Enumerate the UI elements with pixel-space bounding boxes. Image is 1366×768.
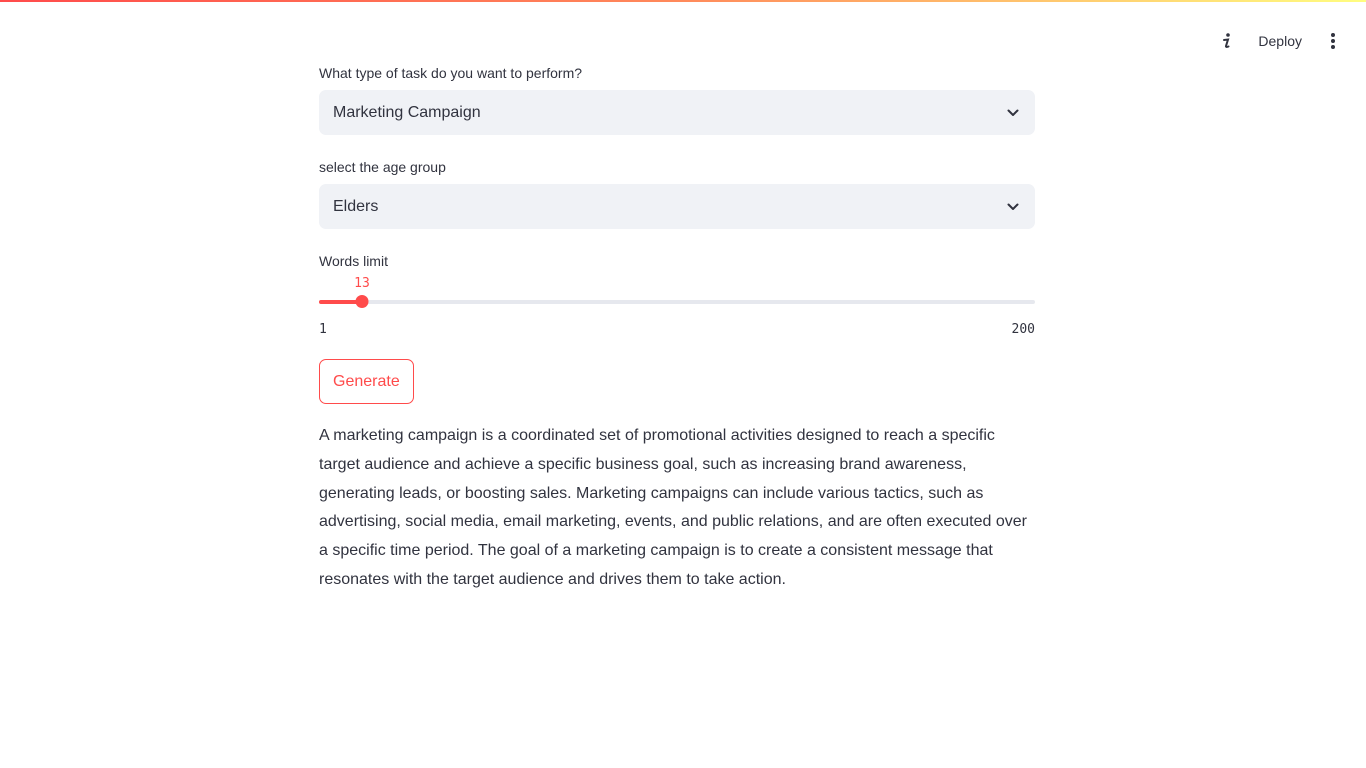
task-select[interactable]: Marketing Campaign	[319, 90, 1035, 135]
info-button[interactable]	[1214, 28, 1240, 54]
chevron-down-icon	[1007, 200, 1021, 214]
slider-thumb[interactable]	[355, 295, 369, 308]
words-slider[interactable]: 13 1 200	[319, 276, 1035, 337]
kebab-menu-icon	[1331, 33, 1335, 49]
slider-track[interactable]	[319, 300, 1035, 304]
task-select-label: What type of task do you want to perform…	[319, 65, 583, 81]
generate-button[interactable]: Generate	[319, 359, 414, 404]
chevron-down-icon	[1007, 106, 1021, 120]
slider-max-label: 200	[1011, 322, 1035, 337]
age-select-label: select the age group	[319, 159, 446, 175]
words-slider-label: Words limit	[319, 253, 388, 269]
slider-min-label: 1	[319, 322, 327, 337]
deploy-button[interactable]: Deploy	[1246, 28, 1314, 54]
top-decoration-bar	[0, 0, 1366, 2]
age-select-value: Elders	[333, 197, 379, 215]
age-select[interactable]: Elders	[319, 184, 1035, 229]
slider-current-value: 13	[354, 276, 370, 291]
app-toolbar: Deploy	[1214, 28, 1346, 54]
generated-output-text: A marketing campaign is a coordinated se…	[319, 427, 1027, 588]
info-icon	[1223, 33, 1231, 48]
main-menu-button[interactable]	[1320, 28, 1346, 54]
task-select-value: Marketing Campaign	[333, 103, 481, 121]
